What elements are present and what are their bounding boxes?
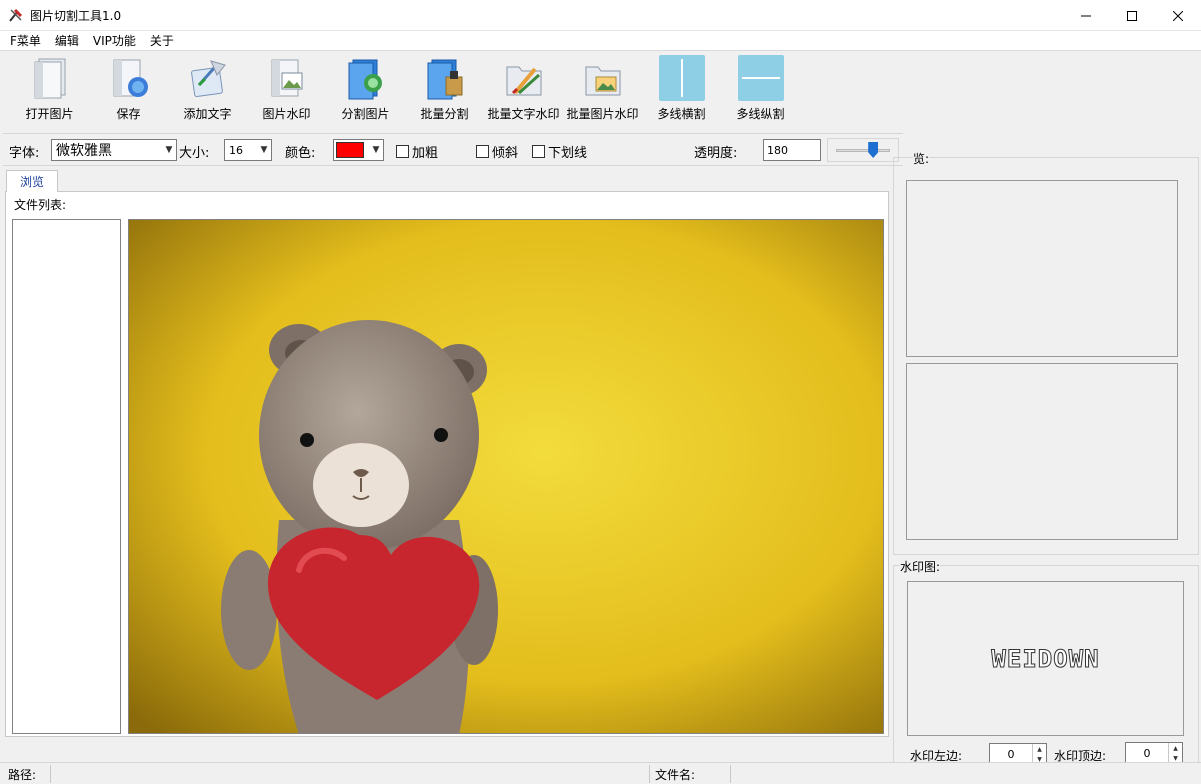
opacity-input[interactable]: 180 bbox=[763, 139, 821, 161]
italic-checkbox[interactable]: 倾斜 bbox=[476, 140, 518, 162]
open-image-label: 打开图片 bbox=[25, 107, 74, 121]
image-watermark-button[interactable]: 图片水印 bbox=[247, 51, 326, 123]
image-watermark-icon bbox=[264, 55, 310, 101]
vertical-lines-button[interactable]: 多线纵割 bbox=[721, 51, 800, 123]
minimize-icon bbox=[1081, 15, 1091, 16]
vertical-lines-icon bbox=[737, 55, 784, 101]
maximize-button[interactable] bbox=[1109, 0, 1155, 31]
window-title: 图片切割工具1.0 bbox=[30, 8, 122, 23]
checkbox-box bbox=[532, 144, 545, 158]
chevron-down-icon: ▼ bbox=[372, 145, 380, 155]
minimize-button[interactable] bbox=[1063, 0, 1109, 31]
batch-image-watermark-label: 批量图片水印 bbox=[566, 107, 639, 121]
image-canvas[interactable] bbox=[128, 219, 884, 734]
vertical-lines-label: 多线纵割 bbox=[736, 107, 785, 121]
close-button[interactable] bbox=[1155, 0, 1201, 31]
watermark-logo: WEIDOWN bbox=[991, 644, 1100, 673]
checkbox-box bbox=[476, 144, 489, 158]
open-image-button[interactable]: 打开图片 bbox=[10, 51, 89, 123]
title-bar: 图片切割工具1.0 bbox=[0, 0, 1201, 31]
slider-thumb[interactable] bbox=[868, 142, 879, 158]
format-bar: 字体: 微软雅黑 ▼ 大小: 16 ▼ 颜色: ▼ 加粗 倾斜 下划线 透明度:… bbox=[3, 133, 903, 166]
add-text-button[interactable]: 添加文字 bbox=[168, 51, 247, 123]
status-divider bbox=[50, 765, 51, 783]
color-picker[interactable]: ▼ bbox=[333, 139, 384, 161]
horizontal-lines-button[interactable]: 多线横割 bbox=[642, 51, 721, 123]
preview-box-top bbox=[906, 180, 1178, 357]
chevron-down-icon: ▼ bbox=[260, 145, 268, 155]
size-select[interactable]: 16 ▼ bbox=[224, 139, 272, 161]
tab-browse-label: 浏览 bbox=[19, 175, 44, 189]
filename-label: 文件名: bbox=[655, 767, 696, 782]
underline-checkbox[interactable]: 下划线 bbox=[532, 140, 587, 162]
bear-photo bbox=[129, 220, 883, 733]
watermark-left-value: 0 bbox=[1007, 747, 1015, 761]
path-label: 路径: bbox=[8, 767, 37, 782]
tab-browse[interactable]: 浏览 bbox=[6, 170, 58, 192]
menu-about[interactable]: 关于 bbox=[143, 32, 181, 50]
slider-track bbox=[836, 149, 890, 152]
app-icon bbox=[8, 7, 24, 23]
size-value: 16 bbox=[229, 143, 243, 157]
file-list-label: 文件列表: bbox=[14, 198, 67, 212]
add-text-label: 添加文字 bbox=[183, 107, 232, 121]
italic-label: 倾斜 bbox=[492, 145, 519, 161]
font-label: 字体: bbox=[9, 145, 40, 161]
chevron-down-icon: ▼ bbox=[165, 145, 173, 155]
toolbar: 打开图片 保存 添加文字 图片水印 分割图片 批量分割 批量文字水印 批量图片水… bbox=[0, 51, 1201, 131]
opacity-slider[interactable] bbox=[827, 138, 899, 162]
spin-up-icon[interactable]: ▲ bbox=[1169, 743, 1182, 753]
bold-checkbox[interactable]: 加粗 bbox=[396, 140, 438, 162]
batch-split-button[interactable]: 批量分割 bbox=[405, 51, 484, 123]
menu-edit[interactable]: 编辑 bbox=[48, 32, 86, 50]
split-image-label: 分割图片 bbox=[341, 107, 390, 121]
underline-label: 下划线 bbox=[548, 145, 588, 161]
horizontal-lines-icon bbox=[658, 55, 705, 101]
split-image-icon bbox=[343, 55, 389, 101]
watermark-top-value: 0 bbox=[1143, 746, 1151, 760]
horizontal-lines-label: 多线横割 bbox=[657, 107, 706, 121]
batch-split-icon bbox=[422, 55, 468, 101]
opacity-label: 透明度: bbox=[694, 145, 738, 161]
menu-bar: F菜单 编辑 VIP功能 关于 bbox=[0, 31, 1201, 51]
color-label: 颜色: bbox=[285, 145, 316, 161]
spin-up-icon[interactable]: ▲ bbox=[1033, 744, 1046, 754]
file-list[interactable] bbox=[12, 219, 121, 734]
color-swatch bbox=[336, 142, 364, 158]
save-label: 保存 bbox=[116, 107, 141, 121]
maximize-icon bbox=[1127, 10, 1137, 21]
status-divider bbox=[730, 765, 731, 783]
preview-box-bottom bbox=[906, 363, 1178, 540]
open-image-icon bbox=[27, 55, 73, 101]
watermark-top-spinner[interactable]: 0 ▲ ▼ bbox=[1125, 742, 1183, 764]
image-watermark-label: 图片水印 bbox=[262, 107, 311, 121]
checkbox-box bbox=[396, 144, 409, 158]
size-label: 大小: bbox=[179, 145, 210, 161]
save-button[interactable]: 保存 bbox=[89, 51, 168, 123]
status-bar: 路径: 文件名: bbox=[0, 762, 1201, 784]
font-select[interactable]: 微软雅黑 ▼ bbox=[51, 139, 177, 161]
bold-label: 加粗 bbox=[412, 145, 439, 161]
preview-label: 览: bbox=[913, 150, 930, 167]
split-image-button[interactable]: 分割图片 bbox=[326, 51, 405, 123]
batch-text-watermark-button[interactable]: 批量文字水印 bbox=[484, 51, 563, 123]
font-value: 微软雅黑 bbox=[56, 143, 112, 159]
watermark-label: 水印图: bbox=[900, 558, 941, 575]
watermark-preview: WEIDOWN bbox=[907, 581, 1184, 736]
batch-split-label: 批量分割 bbox=[420, 107, 469, 121]
batch-image-watermark-button[interactable]: 批量图片水印 bbox=[563, 51, 642, 123]
batch-text-watermark-icon bbox=[501, 55, 547, 101]
opacity-value: 180 bbox=[767, 143, 788, 157]
save-icon bbox=[106, 55, 152, 101]
menu-vip[interactable]: VIP功能 bbox=[86, 32, 143, 50]
menu-file[interactable]: F菜单 bbox=[3, 32, 48, 50]
close-icon bbox=[1173, 10, 1183, 21]
add-text-icon bbox=[185, 55, 231, 101]
batch-image-watermark-icon bbox=[580, 55, 626, 101]
batch-text-watermark-label: 批量文字水印 bbox=[487, 107, 560, 121]
